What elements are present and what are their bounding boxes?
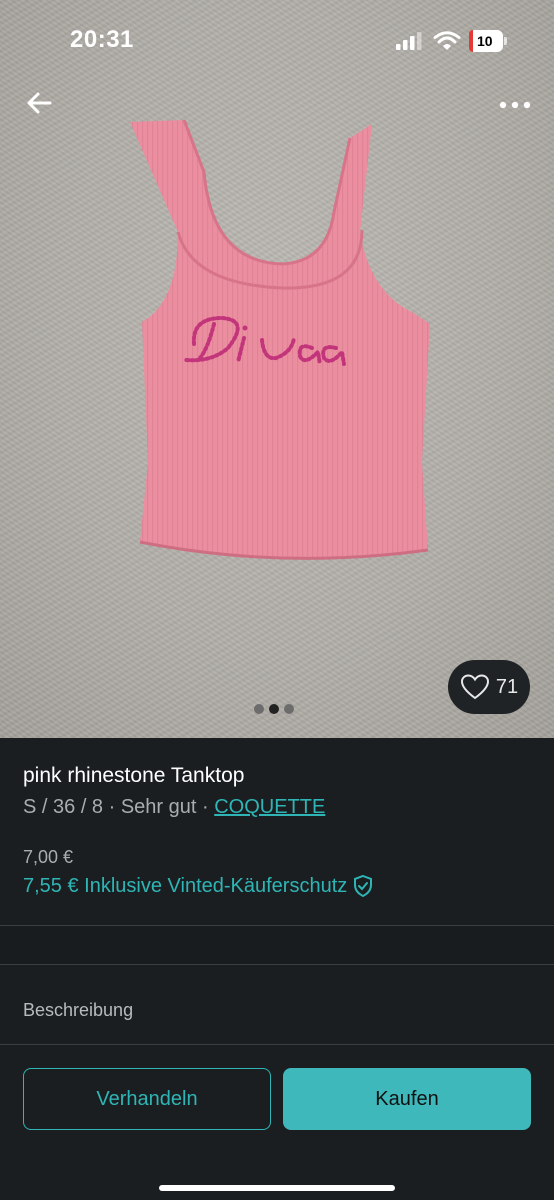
photo-dot[interactable] (284, 704, 294, 714)
section-gap (0, 926, 554, 964)
item-meta: S / 36 / 8 · Sehr gut · COQUETTE (23, 796, 325, 819)
like-count: 71 (495, 675, 519, 698)
product-photo[interactable]: 71 (0, 0, 554, 738)
battery-icon: 10 (469, 30, 503, 52)
description-heading: Beschreibung (23, 1000, 134, 1020)
item-price: 7,00 € (23, 847, 74, 867)
price-with-protection[interactable]: 7,55 € Inklusive Vinted-Käuferschutz (23, 874, 374, 898)
status-time: 20:31 (70, 26, 134, 53)
more-dots-icon[interactable] (498, 96, 532, 114)
battery-percent: 10 (477, 33, 493, 49)
photo-dot-active[interactable] (269, 704, 279, 714)
divider (0, 964, 554, 965)
status-bar: 20:31 10 (0, 0, 554, 80)
item-title: pink rhinestone Tanktop (23, 764, 245, 787)
divider (0, 1044, 554, 1045)
wifi-icon (433, 31, 461, 50)
back-arrow-icon[interactable] (24, 88, 54, 118)
like-button[interactable]: 71 (448, 660, 530, 714)
buy-button[interactable]: Kaufen (283, 1068, 531, 1130)
tank-top-image (130, 119, 430, 560)
shield-check-icon (354, 874, 373, 898)
negotiate-button[interactable]: Verhandeln (23, 1068, 271, 1130)
price-protection-label: 7,55 € Inklusive Vinted-Käuferschutz (23, 874, 348, 897)
heart-icon (460, 674, 489, 700)
item-size-condition: S / 36 / 8 · Sehr gut · (23, 796, 215, 818)
signal-icon (396, 32, 422, 50)
photo-dot[interactable] (254, 704, 264, 714)
battery-tip (504, 37, 507, 45)
photo-pagination (254, 704, 294, 714)
home-indicator[interactable] (159, 1185, 395, 1191)
battery-level (469, 30, 473, 52)
brand-link[interactable]: COQUETTE (214, 796, 325, 818)
